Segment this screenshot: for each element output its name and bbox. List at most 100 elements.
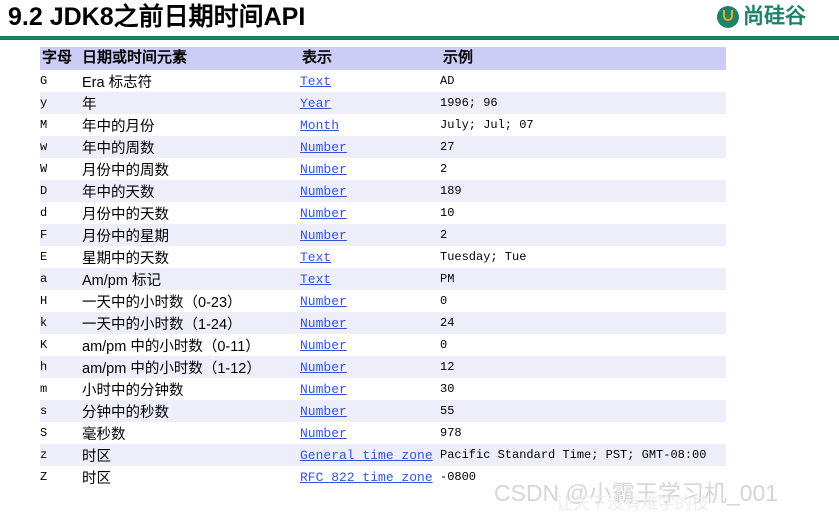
- cell-example: 978: [440, 426, 462, 440]
- cell-element: 星期中的天数: [82, 250, 169, 267]
- cell-example: 27: [440, 136, 726, 158]
- table-row: w 年中的周数 Number 27: [40, 136, 726, 158]
- cell-letter: D: [40, 180, 82, 202]
- cell-presentation: Text: [300, 268, 440, 290]
- cell-letter: k: [40, 312, 82, 334]
- cell-presentation: Number: [300, 158, 440, 180]
- cell-example: 12: [440, 356, 726, 378]
- cell-example: -0800: [440, 470, 477, 484]
- presentation-link[interactable]: Year: [300, 96, 331, 111]
- presentation-link[interactable]: Number: [300, 162, 347, 177]
- cell-example: 55: [440, 400, 726, 422]
- cell-letter: M: [40, 118, 48, 132]
- brand-name: 尚硅谷: [743, 5, 806, 28]
- table-row: z 时区 General time zone Pacific Standard Tim…: [40, 444, 726, 466]
- presentation-link[interactable]: Number: [300, 338, 347, 353]
- presentation-link[interactable]: Number: [300, 206, 347, 221]
- cell-example: PM: [440, 268, 726, 290]
- cell-presentation: Number: [300, 290, 440, 312]
- table-row: Z 时区 RFC 822 time zone -0800: [40, 466, 726, 488]
- cell-presentation: Text: [300, 70, 440, 92]
- presentation-link[interactable]: Text: [300, 250, 331, 265]
- cell-presentation: Number: [300, 312, 440, 334]
- cell-letter: G: [40, 74, 48, 88]
- date-format-table: 字母 日期或时间元素 表示 示例 G Era 标志符 Text AD y 年 Year 199…: [40, 47, 726, 488]
- cell-letter: E: [40, 250, 48, 264]
- table-row: G Era 标志符 Text AD: [40, 70, 726, 92]
- presentation-link[interactable]: RFC 822 time zone: [300, 470, 433, 485]
- cell-presentation: Number: [300, 136, 440, 158]
- cell-example: 2: [440, 224, 726, 246]
- presentation-link[interactable]: Number: [300, 360, 347, 375]
- cell-element: 分钟中的秒数: [82, 400, 300, 422]
- cell-letter: z: [40, 444, 82, 466]
- cell-example: Tuesday; Tue: [440, 250, 527, 264]
- column-header-letter: 字母: [40, 47, 82, 70]
- cell-letter: y: [40, 92, 82, 114]
- cell-example: Pacific Standard Time; PST; GMT-08:00: [440, 444, 726, 466]
- cell-letter: H: [40, 294, 48, 308]
- presentation-link[interactable]: General time zone: [300, 448, 433, 463]
- cell-example: July; Jul; 07: [440, 118, 534, 132]
- presentation-link[interactable]: Number: [300, 382, 347, 397]
- presentation-link[interactable]: Number: [300, 316, 347, 331]
- column-header-element: 日期或时间元素: [82, 47, 300, 70]
- table-row: k 一天中的小时数（1-24） Number 24: [40, 312, 726, 334]
- background-watermark: 让天下没有难学的技: [556, 494, 709, 513]
- table-row: y 年 Year 1996; 96: [40, 92, 726, 114]
- cell-example: AD: [440, 74, 455, 88]
- cell-element: 毫秒数: [82, 426, 126, 443]
- table-row: E 星期中的天数 Text Tuesday; Tue: [40, 246, 726, 268]
- cell-example: 0: [440, 294, 448, 308]
- cell-element: 小时中的分钟数: [82, 382, 184, 399]
- table-row: a Am/pm 标记 Text PM: [40, 268, 726, 290]
- presentation-link[interactable]: Text: [300, 74, 331, 89]
- brand-logo: 尚硅谷: [717, 2, 839, 32]
- cell-element: 年中的天数: [82, 180, 300, 202]
- table-row: m 小时中的分钟数 Number 30: [40, 378, 726, 400]
- presentation-link[interactable]: Number: [300, 294, 347, 309]
- cell-element: 一天中的小时数（1-24）: [82, 312, 300, 334]
- cell-element: 月份中的天数: [82, 206, 169, 223]
- table-header-row: 字母 日期或时间元素 表示 示例: [40, 47, 726, 70]
- cell-example: 1996; 96: [440, 92, 726, 114]
- cell-example: 24: [440, 312, 726, 334]
- cell-letter: a: [40, 268, 82, 290]
- presentation-link[interactable]: Number: [300, 228, 347, 243]
- presentation-link[interactable]: Number: [300, 184, 347, 199]
- cell-presentation: Month: [300, 114, 440, 136]
- cell-presentation: General time zone: [300, 444, 440, 466]
- cell-element: 年: [82, 92, 300, 114]
- table-row: s 分钟中的秒数 Number 55: [40, 400, 726, 422]
- column-header-present: 表示: [300, 47, 440, 70]
- table-row: W 月份中的周数 Number 2: [40, 158, 726, 180]
- title-divider: [0, 36, 839, 40]
- presentation-link[interactable]: Month: [300, 118, 339, 133]
- cell-presentation: Text: [300, 246, 440, 268]
- cell-element: 年中的月份: [82, 118, 155, 135]
- cell-presentation: Number: [300, 378, 440, 400]
- cell-element: 年中的周数: [82, 136, 300, 158]
- presentation-link[interactable]: Number: [300, 140, 347, 155]
- cell-letter: h: [40, 356, 82, 378]
- cell-letter: K: [40, 338, 48, 352]
- cell-example: 0: [440, 338, 448, 352]
- table-row: F 月份中的星期 Number 2: [40, 224, 726, 246]
- cell-element: 月份中的周数: [82, 162, 169, 179]
- cell-element: Am/pm 标记: [82, 268, 300, 290]
- cell-letter: S: [40, 426, 48, 440]
- presentation-link[interactable]: Text: [300, 272, 331, 287]
- cell-letter: d: [40, 206, 48, 220]
- cell-element: 时区: [82, 444, 300, 466]
- cell-presentation: Number: [300, 202, 440, 224]
- cell-element: 月份中的星期: [82, 224, 300, 246]
- table-row: H 一天中的小时数（0-23） Number 0: [40, 290, 726, 312]
- cell-element: am/pm 中的小时数（0-11）: [82, 338, 260, 355]
- cell-letter: W: [40, 162, 48, 176]
- table-row: h am/pm 中的小时数（1-12） Number 12: [40, 356, 726, 378]
- cell-presentation: RFC 822 time zone: [300, 466, 440, 488]
- table-row: d 月份中的天数 Number 10: [40, 202, 726, 224]
- cell-letter: s: [40, 400, 82, 422]
- presentation-link[interactable]: Number: [300, 426, 347, 441]
- presentation-link[interactable]: Number: [300, 404, 347, 419]
